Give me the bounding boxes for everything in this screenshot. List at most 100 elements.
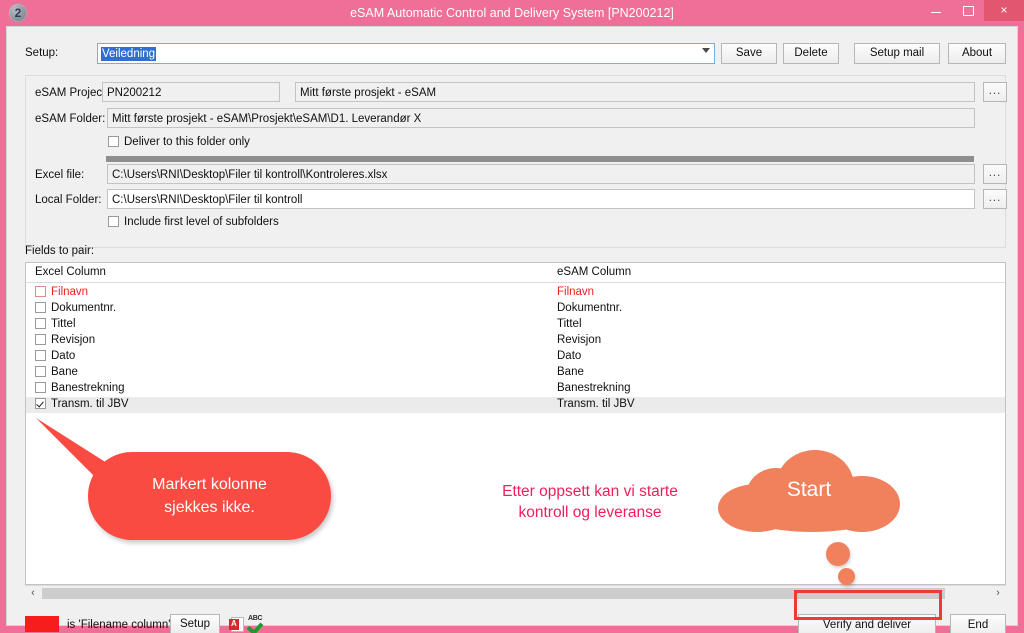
row-excel-label: Dokumentnr. [51, 302, 117, 314]
scroll-left-arrow-icon[interactable]: ‹ [25, 586, 41, 600]
table-row[interactable]: Bane Bane [26, 365, 1005, 381]
row-excel-label: Tittel [51, 318, 76, 330]
center-annotation-line-1: Etter oppsett kan vi starte [502, 483, 678, 500]
fields-to-pair-label: Fields to pair: [25, 245, 95, 257]
end-button[interactable]: End [950, 614, 1006, 633]
cloud-bubble-large [826, 542, 850, 566]
table-row[interactable]: Transm. til JBV Transm. til JBV [26, 397, 1005, 413]
esam-project-browse-button[interactable]: ... [983, 82, 1007, 102]
esam-folder-input[interactable]: Mitt første prosjekt - eSAM\Prosjekt\eSA… [107, 108, 975, 128]
esam-project-name-input[interactable]: Mitt første prosjekt - eSAM [295, 82, 975, 102]
verify-and-deliver-button[interactable]: Verify and deliver [798, 614, 936, 633]
include-subfolders-label: Include first level of subfolders [124, 216, 279, 228]
row-excel-cell: Dokumentnr. [35, 302, 116, 314]
chevron-down-icon [702, 48, 710, 53]
row-excel-cell: Bane [35, 366, 78, 378]
table-row[interactable]: Filnavn Filnavn [26, 285, 1005, 301]
deliver-to-this-folder-only-checkbox[interactable]: Deliver to this folder only [108, 136, 250, 148]
excel-file-browse-button[interactable]: ... [983, 164, 1007, 184]
window-title: eSAM Automatic Control and Delivery Syst… [350, 6, 674, 20]
row-esam-cell: Bane [557, 366, 584, 378]
minimize-icon [931, 12, 941, 14]
setup-combobox[interactable]: Veiledning [97, 43, 715, 64]
row-excel-cell: Transm. til JBV [35, 398, 129, 410]
column-header-excel: Excel Column [35, 266, 106, 278]
row-excel-cell: Filnavn [35, 286, 88, 298]
maximize-icon [962, 5, 974, 16]
filename-column-legend-text: is 'Filename column' [67, 619, 171, 631]
row-excel-label: Banestrekning [51, 382, 125, 394]
minimize-button[interactable] [920, 0, 952, 21]
close-button[interactable]: × [984, 0, 1024, 21]
center-annotation: Etter oppsett kan vi starte kontroll og … [470, 481, 710, 523]
table-row[interactable]: Dato Dato [26, 349, 1005, 365]
row-esam-cell: Banestrekning [557, 382, 631, 394]
callout-balloon-text: Markert kolonne sjekkes ikke. [152, 473, 267, 519]
table-row[interactable]: Revisjon Revisjon [26, 333, 1005, 349]
row-checkbox[interactable] [35, 366, 46, 377]
setup-mail-button[interactable]: Setup mail [854, 43, 940, 64]
row-checkbox[interactable] [35, 382, 46, 393]
row-excel-label: Filnavn [51, 286, 89, 298]
excel-file-input[interactable]: C:\Users\RNI\Desktop\Filer til kontroll\… [107, 164, 975, 184]
local-folder-input[interactable]: C:\Users\RNI\Desktop\Filer til kontroll [107, 189, 975, 209]
row-esam-cell: Transm. til JBV [557, 398, 635, 410]
callout-balloon: Markert kolonne sjekkes ikke. [88, 452, 331, 540]
deliver-to-this-folder-only-label: Deliver to this folder only [124, 136, 250, 148]
checkbox-icon [108, 136, 119, 147]
row-esam-cell: Tittel [557, 318, 582, 330]
setup-label: Setup: [25, 47, 59, 59]
row-checkbox[interactable] [35, 286, 46, 297]
local-folder-browse-button[interactable]: ... [983, 189, 1007, 209]
center-annotation-line-2: kontroll og leveranse [518, 504, 662, 521]
row-excel-label: Transm. til JBV [51, 398, 129, 410]
esam-project-label: eSAM Project: [35, 87, 109, 99]
row-excel-cell: Tittel [35, 318, 76, 330]
table-row[interactable]: Banestrekning Banestrekning [26, 381, 1005, 397]
setup-combobox-value: Veiledning [101, 47, 157, 61]
spellcheck-icon[interactable]: ABC [246, 615, 266, 633]
horizontal-scrollbar[interactable]: ‹ › [25, 585, 1006, 600]
checkbox-icon [108, 216, 119, 227]
row-excel-label: Revisjon [51, 334, 96, 346]
application-window: 2 eSAM Automatic Control and Delivery Sy… [0, 0, 1024, 633]
row-checkbox[interactable] [35, 334, 46, 345]
setup-button[interactable]: Setup [170, 614, 220, 633]
about-button[interactable]: About [948, 43, 1006, 64]
scroll-right-arrow-icon[interactable]: › [990, 586, 1006, 600]
esam-folder-label: eSAM Folder: [35, 113, 106, 125]
row-checkbox[interactable] [35, 350, 46, 361]
include-subfolders-checkbox[interactable]: Include first level of subfolders [108, 216, 279, 228]
table-row[interactable]: Dokumentnr. Dokumentnr. [26, 301, 1005, 317]
filename-column-color-swatch [25, 616, 59, 632]
row-esam-cell: Dato [557, 350, 582, 362]
row-excel-cell: Banestrekning [35, 382, 125, 394]
row-esam-cell: Filnavn [557, 286, 595, 298]
pdf-icon[interactable] [229, 617, 244, 632]
row-checkbox[interactable] [35, 318, 46, 329]
start-cloud-callout: Start [718, 450, 900, 532]
row-excel-cell: Revisjon [35, 334, 95, 346]
maximize-button[interactable] [952, 0, 984, 21]
excel-file-label: Excel file: [35, 169, 85, 181]
row-esam-cell: Dokumentnr. [557, 302, 623, 314]
cloud-bubble-small [838, 568, 855, 585]
local-folder-label: Local Folder: [35, 194, 102, 206]
title-bar: 2 eSAM Automatic Control and Delivery Sy… [0, 0, 1024, 26]
list-header: Excel Column eSAM Column [26, 263, 1005, 283]
row-excel-label: Bane [51, 366, 78, 378]
row-excel-cell: Dato [35, 350, 75, 362]
esam-project-code-input[interactable]: PN200212 [102, 82, 280, 102]
cloud-label: Start [786, 478, 832, 501]
section-divider [106, 156, 974, 162]
table-row[interactable]: Tittel Tittel [26, 317, 1005, 333]
column-header-esam: eSAM Column [557, 266, 632, 278]
delete-button[interactable]: Delete [783, 43, 839, 64]
row-checkbox[interactable] [35, 398, 46, 409]
row-checkbox[interactable] [35, 302, 46, 313]
save-button[interactable]: Save [721, 43, 777, 64]
row-excel-label: Dato [51, 350, 76, 362]
callout-line-2: sjekkes ikke. [164, 499, 255, 516]
row-esam-cell: Revisjon [557, 334, 602, 346]
scroll-thumb[interactable] [42, 588, 945, 599]
